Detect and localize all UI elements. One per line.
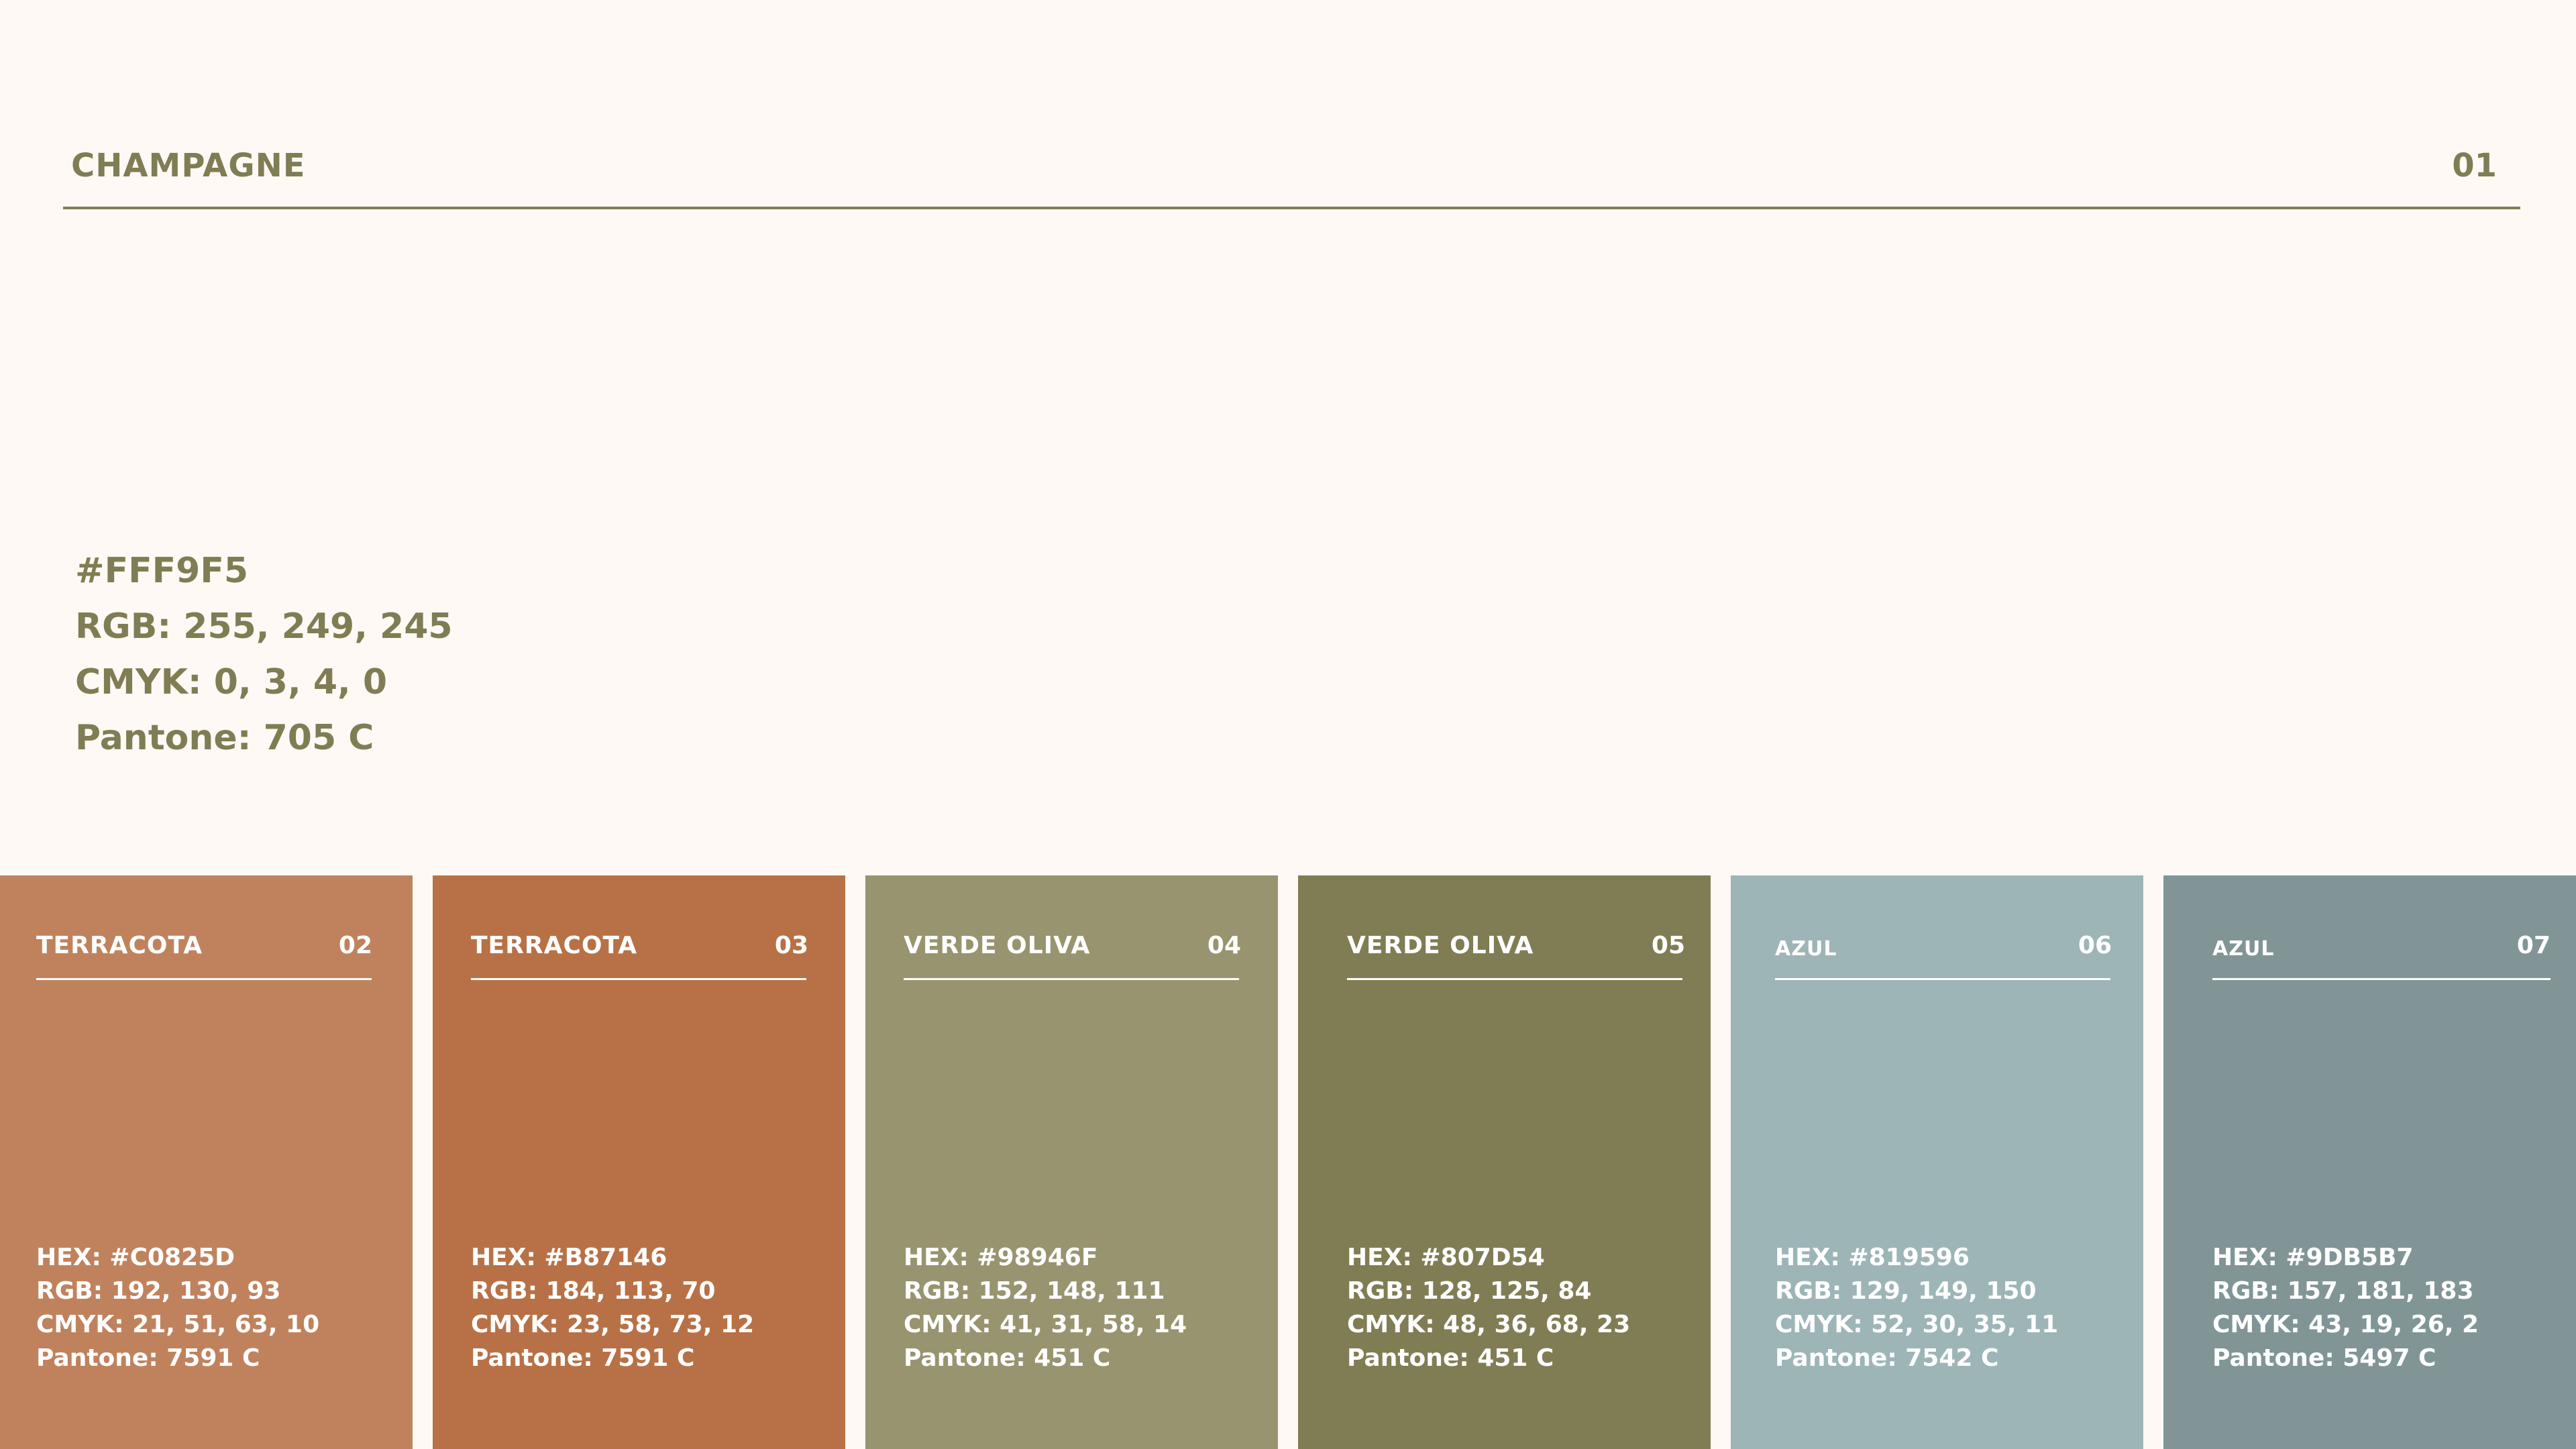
swatch-rgb: RGB: 184, 113, 70	[471, 1277, 716, 1305]
swatch-specs: HEX: #819596 RGB: 129, 149, 150 CMYK: 52…	[1775, 1241, 2058, 1375]
swatch-name: VERDE OLIVA	[1347, 932, 1534, 959]
swatch-card: VERDE OLIVA 04 HEX: #98946F RGB: 152, 14…	[865, 875, 1278, 1449]
hero-rgb: RGB: 255, 249, 245	[75, 606, 453, 647]
swatch-name: AZUL	[2212, 937, 2275, 961]
swatch-row: TERRACOTA 02 HEX: #C0825D RGB: 192, 130,…	[0, 875, 2576, 1449]
swatch-divider	[2212, 978, 2551, 980]
swatch-card: TERRACOTA 03 HEX: #B87146 RGB: 184, 113,…	[433, 875, 845, 1449]
hero-pantone: Pantone: 705 C	[75, 718, 374, 758]
swatch-divider	[36, 978, 372, 980]
hero-divider	[63, 207, 2520, 209]
hero-color-specs: #FFF9F5 RGB: 255, 249, 245 CMYK: 0, 3, 4…	[75, 543, 453, 766]
swatch-divider	[904, 978, 1239, 980]
swatch-rgb: RGB: 192, 130, 93	[36, 1277, 281, 1305]
swatch-hex: HEX: #9DB5B7	[2212, 1244, 2414, 1271]
swatch-name: VERDE OLIVA	[904, 932, 1091, 959]
swatch-card: AZUL 06 HEX: #819596 RGB: 129, 149, 150 …	[1731, 875, 2143, 1449]
swatch-hex: HEX: #807D54	[1347, 1244, 1545, 1271]
swatch-pantone: Pantone: 451 C	[1347, 1344, 1554, 1372]
hero-cmyk: CMYK: 0, 3, 4, 0	[75, 662, 388, 702]
swatch-name: AZUL	[1775, 937, 1837, 961]
swatch-divider	[471, 978, 806, 980]
swatch-cmyk: CMYK: 41, 31, 58, 14	[904, 1311, 1187, 1338]
swatch-divider	[1347, 978, 1682, 980]
swatch-pantone: Pantone: 451 C	[904, 1344, 1111, 1372]
hero-hex: #FFF9F5	[75, 551, 249, 591]
swatch-card: VERDE OLIVA 05 HEX: #807D54 RGB: 128, 12…	[1298, 875, 1711, 1449]
hero-color-name: CHAMPAGNE	[71, 147, 306, 184]
swatch-number: 05	[1651, 932, 1685, 959]
swatch-pantone: Pantone: 7542 C	[1775, 1344, 1999, 1372]
swatch-number: 07	[2516, 932, 2551, 959]
swatch-specs: HEX: #C0825D RGB: 192, 130, 93 CMYK: 21,…	[36, 1241, 319, 1375]
swatch-number: 02	[338, 932, 372, 959]
swatch-name: TERRACOTA	[471, 932, 638, 959]
swatch-specs: HEX: #807D54 RGB: 128, 125, 84 CMYK: 48,…	[1347, 1241, 1630, 1375]
swatch-cmyk: CMYK: 43, 19, 26, 2	[2212, 1311, 2479, 1338]
swatch-cmyk: CMYK: 52, 30, 35, 11	[1775, 1311, 2059, 1338]
hero-color-number: 01	[2452, 147, 2497, 184]
swatch-card: TERRACOTA 02 HEX: #C0825D RGB: 192, 130,…	[0, 875, 413, 1449]
swatch-number: 03	[774, 932, 808, 959]
swatch-card: AZUL 07 HEX: #9DB5B7 RGB: 157, 181, 183 …	[2163, 875, 2576, 1449]
swatch-rgb: RGB: 157, 181, 183	[2212, 1277, 2474, 1305]
swatch-specs: HEX: #9DB5B7 RGB: 157, 181, 183 CMYK: 43…	[2212, 1241, 2479, 1375]
swatch-cmyk: CMYK: 21, 51, 63, 10	[36, 1311, 320, 1338]
swatch-hex: HEX: #B87146	[471, 1244, 667, 1271]
swatch-number: 06	[2078, 932, 2112, 959]
swatch-specs: HEX: #B87146 RGB: 184, 113, 70 CMYK: 23,…	[471, 1241, 754, 1375]
swatch-rgb: RGB: 129, 149, 150	[1775, 1277, 2037, 1305]
swatch-hex: HEX: #C0825D	[36, 1244, 235, 1271]
swatch-rgb: RGB: 128, 125, 84	[1347, 1277, 1592, 1305]
swatch-number: 04	[1207, 932, 1241, 959]
swatch-hex: HEX: #819596	[1775, 1244, 1970, 1271]
color-palette-page: CHAMPAGNE 01 #FFF9F5 RGB: 255, 249, 245 …	[0, 0, 2576, 1449]
swatch-pantone: Pantone: 5497 C	[2212, 1344, 2436, 1372]
swatch-rgb: RGB: 152, 148, 111	[904, 1277, 1165, 1305]
swatch-pantone: Pantone: 7591 C	[36, 1344, 260, 1372]
swatch-name: TERRACOTA	[36, 932, 203, 959]
swatch-cmyk: CMYK: 48, 36, 68, 23	[1347, 1311, 1631, 1338]
swatch-specs: HEX: #98946F RGB: 152, 148, 111 CMYK: 41…	[904, 1241, 1187, 1375]
swatch-pantone: Pantone: 7591 C	[471, 1344, 695, 1372]
swatch-cmyk: CMYK: 23, 58, 73, 12	[471, 1311, 755, 1338]
swatch-divider	[1775, 978, 2110, 980]
swatch-hex: HEX: #98946F	[904, 1244, 1098, 1271]
